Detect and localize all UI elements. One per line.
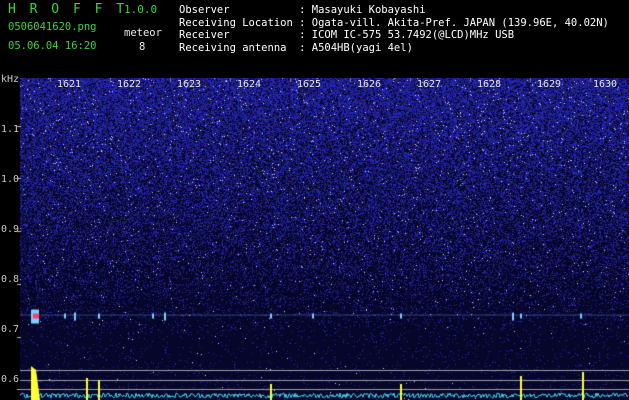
time-label: 1625 (297, 79, 322, 90)
time-label: 1621 (57, 79, 82, 90)
file-name: 0506041620.png (8, 21, 97, 33)
app-title: H R O F F T (8, 2, 128, 17)
y-unit-label: kHz (1, 74, 20, 85)
time-label: 1626 (357, 79, 382, 90)
y-tick-label: 1.0 (1, 174, 20, 185)
time-label: 1622 (117, 79, 142, 90)
header-panel: H R O F F T 1.0.0 0506041620.png 05.06.0… (0, 0, 629, 78)
date-time: 05.06.04 16:20 (8, 40, 97, 52)
meteor-count: 8 (139, 41, 146, 53)
y-tick-label: 0.7 (1, 324, 20, 335)
y-tick-label: 1.1 (1, 124, 20, 135)
time-label: 1627 (417, 79, 442, 90)
meteor-label: meteor (124, 27, 162, 39)
time-label: 1629 (537, 79, 562, 90)
antenna-line: Receiving antenna : A504HB(yagi 4el) (179, 41, 413, 54)
y-tick-label: 0.9 (1, 224, 20, 235)
app-version: 1.0.0 (124, 3, 158, 16)
observer-line: Observer : Masayuki Kobayashi (179, 4, 426, 16)
time-label: 1624 (237, 79, 262, 90)
time-label: 1630 (593, 79, 618, 90)
time-label: 1623 (177, 79, 202, 90)
location-line: Receiving Location : Ogata-vill. Akita-P… (179, 16, 609, 29)
y-tick-label: 0.6 (1, 374, 20, 385)
spectrogram-canvas (0, 78, 629, 400)
y-tick-label: 0.8 (1, 274, 20, 285)
receiver-line: Receiver : ICOM IC-575 53.7492(@LCD)MHz … (179, 29, 515, 41)
station-info: Observer : Masayuki Kobayashi Receiving … (179, 4, 609, 54)
time-label: 1628 (477, 79, 502, 90)
